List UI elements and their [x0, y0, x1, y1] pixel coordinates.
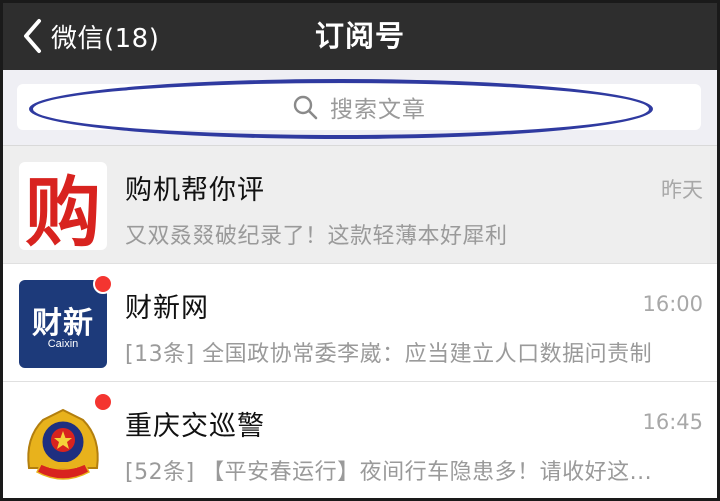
account-name: 重庆交巡警 [125, 411, 265, 442]
page-title: 订阅号 [314, 19, 405, 53]
list-item-chongqing-police[interactable]: 重庆交巡警 16:45 [52条] 【平安春运行】夜间行车隐患多！请收好这... [3, 382, 717, 498]
avatar-caixin: 财新 Caixin [19, 280, 107, 368]
timestamp: 昨天 [661, 178, 703, 202]
police-emblem-icon [27, 408, 99, 480]
account-name: 购机帮你评 [125, 175, 265, 206]
search-icon [293, 95, 318, 120]
gouji-logo: 购 [25, 168, 101, 250]
search-input[interactable]: 搜索文章 [17, 84, 701, 130]
message-preview: [13条] 全国政协常委李崴：应当建立人口数据问责制 [125, 342, 653, 367]
avatar-gouji: 购 [19, 162, 107, 250]
search-area: 搜索文章 [3, 70, 717, 146]
subscription-list: 购 购机帮你评 昨天 又双叒叕破纪录了！这款轻薄本好犀利 财新 Caixin 财… [3, 146, 717, 498]
message-preview: 又双叒叕破纪录了！这款轻薄本好犀利 [125, 224, 508, 249]
list-item-gouji[interactable]: 购 购机帮你评 昨天 又双叒叕破纪录了！这款轻薄本好犀利 [3, 146, 717, 264]
screen: 微信(18) 订阅号 搜索文章 购 购机帮你评 昨天 又双叒叕破纪录了！这款轻薄… [0, 0, 720, 501]
timestamp: 16:00 [642, 292, 703, 316]
avatar-police-emblem [19, 398, 107, 486]
unread-badge [93, 392, 113, 412]
caixin-logo-text: 财新 [32, 306, 94, 341]
message-preview: [52条] 【平安春运行】夜间行车隐患多！请收好这... [125, 460, 653, 485]
caixin-logo-subtext: Caixin [47, 338, 79, 350]
timestamp: 16:45 [642, 410, 703, 434]
list-item-caixin[interactable]: 财新 Caixin 财新网 16:00 [13条] 全国政协常委李崴：应当建立人… [3, 264, 717, 382]
nav-bar: 微信(18) 订阅号 [3, 3, 717, 70]
unread-badge [93, 274, 113, 294]
account-name: 财新网 [125, 293, 209, 324]
search-placeholder: 搜索文章 [330, 97, 426, 123]
